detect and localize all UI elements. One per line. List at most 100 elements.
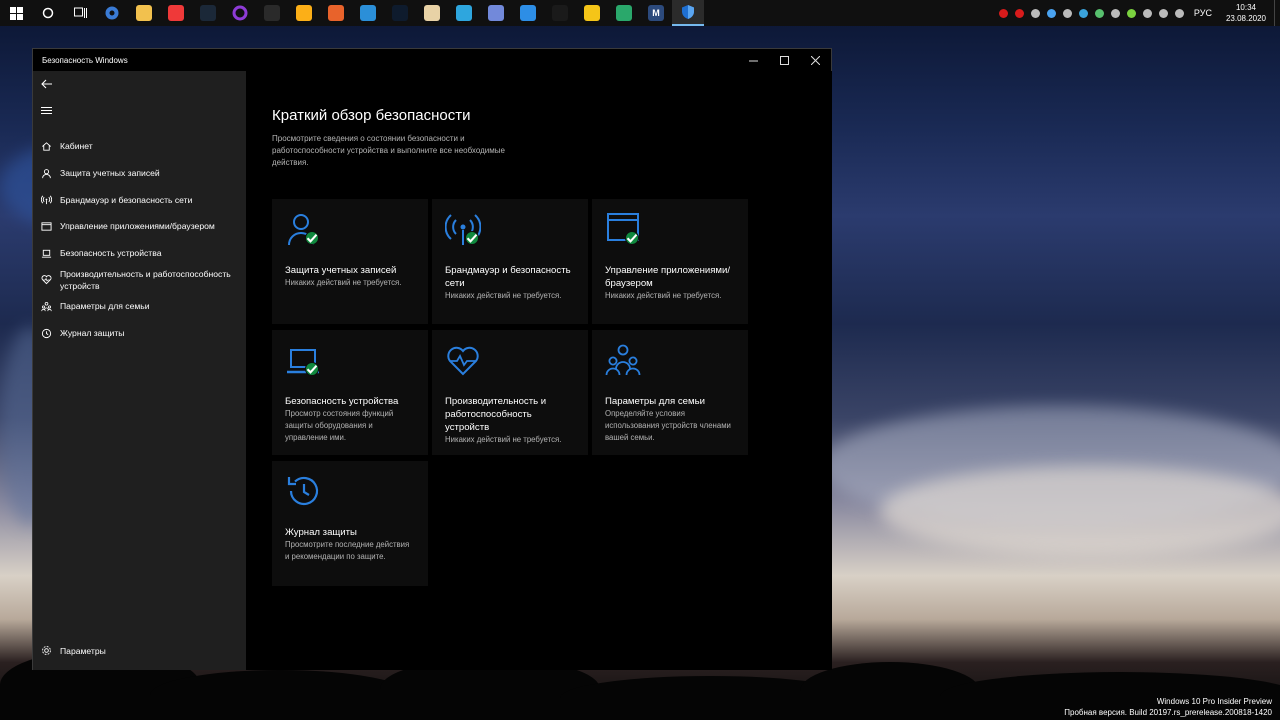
github-icon <box>552 5 568 21</box>
history-icon <box>285 473 325 513</box>
clock-time: 10:34 <box>1235 3 1256 12</box>
link-app-icon <box>520 5 536 21</box>
sidebar-item-label: Безопасность устройства <box>60 248 162 259</box>
taskbar-app-file-explorer[interactable] <box>128 0 160 26</box>
watermark-line-1: Windows 10 Pro Insider Preview <box>1156 697 1272 706</box>
tile-history[interactable]: Журнал защиты Просмотрите последние дейст… <box>272 461 428 586</box>
back-button[interactable] <box>33 71 246 97</box>
title-bar[interactable]: Безопасность Windows <box>33 49 831 71</box>
history-icon <box>41 328 52 339</box>
tile-app-window[interactable]: Управление приложениями/браузером Никаких… <box>592 199 748 324</box>
sidebar-item-history[interactable]: Журнал защиты <box>33 320 246 347</box>
taskbar-app-discord[interactable] <box>480 0 512 26</box>
taskbar-app-windows-start[interactable] <box>0 0 32 26</box>
green-send-icon <box>616 5 632 21</box>
maximize-button[interactable] <box>769 49 800 71</box>
taskbar-app-purple-ring[interactable] <box>224 0 256 26</box>
tray-icon[interactable] <box>1028 0 1044 26</box>
checkmark-icon <box>305 362 319 376</box>
sidebar-item-settings[interactable]: Параметры <box>33 637 246 664</box>
tray-glyph-icon <box>1079 8 1089 18</box>
tray-icon[interactable] <box>1124 0 1140 26</box>
sidebar-item-person[interactable]: Защита учетных записей <box>33 160 246 187</box>
taskbar-app-link-app[interactable] <box>512 0 544 26</box>
taskbar-app-feather-app[interactable] <box>416 0 448 26</box>
tile-antenna[interactable]: Брандмауэр и безопасность сети Никаких де… <box>432 199 588 324</box>
tray-icon[interactable] <box>996 0 1012 26</box>
tile-heart[interactable]: Производительность и работоспособность у… <box>432 330 588 455</box>
battlenet-icon <box>392 5 408 21</box>
uplay-icon <box>360 5 376 21</box>
tray-icon[interactable] <box>1156 0 1172 26</box>
taskbar-app-settings-gear[interactable] <box>96 0 128 26</box>
window-controls <box>738 49 831 71</box>
sidebar-item-heart[interactable]: Производительность и работоспособность у… <box>33 266 246 293</box>
sidebar-item-family[interactable]: Параметры для семьи <box>33 293 246 320</box>
taskbar-app-epic-games[interactable] <box>256 0 288 26</box>
sidebar-nav: Кабинет Защита учетных записей Брандмауэр … <box>33 133 246 347</box>
tray-icon[interactable] <box>1140 0 1156 26</box>
taskbar-app-windows-security-shield[interactable] <box>672 0 704 26</box>
sidebar-item-app-window[interactable]: Управление приложениями/браузером <box>33 213 246 240</box>
app-window-icon <box>41 221 52 232</box>
sidebar-item-laptop[interactable]: Безопасность устройства <box>33 240 246 267</box>
checkmark-icon <box>465 231 479 245</box>
minimize-button[interactable] <box>738 49 769 71</box>
tile-title: Защита учетных записей <box>285 265 397 276</box>
taskbar-app-green-send[interactable] <box>608 0 640 26</box>
tile-family[interactable]: Параметры для семьи Определяйте условия и… <box>592 330 748 455</box>
system-tray: РУС 10:34 23.08.2020 <box>996 0 1280 26</box>
tile-person-shield[interactable]: Защита учетных записей Никаких действий н… <box>272 199 428 324</box>
tray-glyph-icon <box>1095 8 1105 18</box>
feather-app-icon <box>424 5 440 21</box>
person-icon <box>41 168 52 179</box>
clock[interactable]: 10:34 23.08.2020 <box>1218 2 1274 24</box>
tray-glyph-icon <box>1143 8 1153 18</box>
tray-icon[interactable] <box>1108 0 1124 26</box>
tile-title: Параметры для семьи <box>605 396 705 407</box>
tray-icon[interactable] <box>1012 0 1028 26</box>
taskbar-app-triangle-app[interactable] <box>576 0 608 26</box>
taskbar-app-task-view[interactable] <box>64 0 96 26</box>
show-desktop-button[interactable] <box>1274 0 1280 26</box>
taskbar-app-rockstar[interactable] <box>288 0 320 26</box>
minimize-icon <box>749 60 758 61</box>
rockstar-icon <box>296 5 312 21</box>
sidebar-item-label: Параметры <box>60 645 106 656</box>
discord-icon <box>488 5 504 21</box>
sidebar: Кабинет Защита учетных записей Брандмауэр … <box>33 71 246 670</box>
tray-icon[interactable] <box>1076 0 1092 26</box>
close-button[interactable] <box>800 49 831 71</box>
triangle-app-icon <box>584 5 600 21</box>
checkmark-icon <box>625 231 639 245</box>
sidebar-item-antenna[interactable]: Брандмауэр и безопасность сети <box>33 186 246 213</box>
sidebar-item-home[interactable]: Кабинет <box>33 133 246 160</box>
taskbar-app-m-app[interactable]: M <box>640 0 672 26</box>
taskbar-app-github[interactable] <box>544 0 576 26</box>
tray-icon[interactable] <box>1060 0 1076 26</box>
taskbar-app-vivaldi[interactable] <box>160 0 192 26</box>
taskbar-app-steam[interactable] <box>192 0 224 26</box>
tray-icon[interactable] <box>1092 0 1108 26</box>
tray-icon[interactable] <box>1172 0 1188 26</box>
laptop-icon <box>41 248 52 259</box>
taskbar-app-telegram[interactable] <box>448 0 480 26</box>
tray-glyph-icon <box>1127 8 1137 18</box>
tray-glyph-icon <box>1111 8 1121 18</box>
watermark-line-2: Пробная версия. Build 20197.rs_prereleas… <box>1064 708 1272 717</box>
windows-security-window: Безопасность Windows Кабинет Защита учетн… <box>32 48 832 670</box>
heart-icon <box>41 274 52 285</box>
tray-icon[interactable] <box>1044 0 1060 26</box>
taskbar-app-search-circle[interactable] <box>32 0 64 26</box>
taskbar-app-uplay[interactable] <box>352 0 384 26</box>
tile-laptop[interactable]: Безопасность устройства Просмотр состояни… <box>272 330 428 455</box>
language-indicator[interactable]: РУС <box>1188 8 1218 18</box>
sidebar-item-label: Журнал защиты <box>60 328 125 339</box>
search-circle-icon <box>42 7 54 19</box>
windows-start-icon <box>9 6 23 20</box>
taskbar-app-orange-app[interactable] <box>320 0 352 26</box>
hamburger-menu-button[interactable] <box>33 97 246 123</box>
clock-date: 23.08.2020 <box>1225 14 1266 23</box>
laptop-icon <box>285 342 325 382</box>
taskbar-app-battlenet[interactable] <box>384 0 416 26</box>
